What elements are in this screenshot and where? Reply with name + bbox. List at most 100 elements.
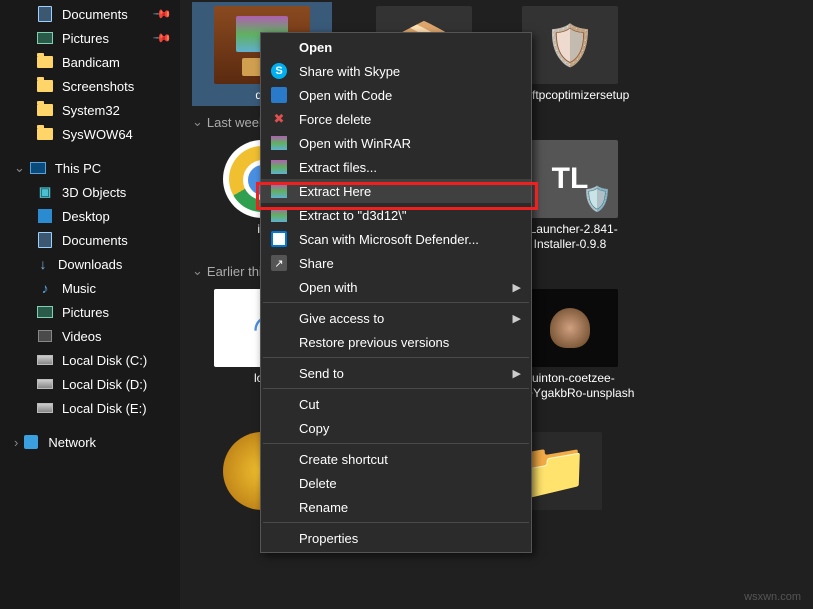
- blank-icon: [269, 363, 289, 383]
- menu-label: Give access to: [299, 311, 384, 326]
- folder-icon: [36, 101, 54, 119]
- menu-open[interactable]: Open: [261, 35, 531, 59]
- blank-icon: [269, 418, 289, 438]
- menu-label: Share with Skype: [299, 64, 400, 79]
- menu-open-winrar[interactable]: Open with WinRAR: [261, 131, 531, 155]
- menu-separator: [263, 302, 529, 303]
- menu-separator: [263, 522, 529, 523]
- menu-extract-to[interactable]: Extract to "d3d12\": [261, 203, 531, 227]
- menu-open-with[interactable]: Open with ▶: [261, 275, 531, 299]
- winrar-icon: [269, 205, 289, 225]
- nav-label: System32: [62, 103, 120, 118]
- menu-share[interactable]: Share: [261, 251, 531, 275]
- watermark: wsxwn.com: [744, 591, 801, 603]
- pictures-icon: [36, 303, 54, 321]
- menu-force-delete[interactable]: Force delete: [261, 107, 531, 131]
- disk-icon: [36, 399, 54, 417]
- force-delete-icon: [269, 109, 289, 129]
- winrar-icon: [269, 133, 289, 153]
- pin-icon: 📌: [152, 28, 172, 48]
- nav-label: Network: [48, 435, 96, 450]
- nav-label: Bandicam: [62, 55, 120, 70]
- menu-open-code[interactable]: Open with Code: [261, 83, 531, 107]
- nav-pictures-pc[interactable]: Pictures: [0, 300, 180, 324]
- nav-documents[interactable]: Documents 📌: [0, 2, 180, 26]
- pc-icon: [29, 159, 47, 177]
- nav-this-pc[interactable]: ⌄ This PC: [0, 156, 180, 180]
- blank-icon: [269, 308, 289, 328]
- nav-desktop[interactable]: Desktop: [0, 204, 180, 228]
- downloads-icon: [36, 257, 50, 271]
- menu-cut[interactable]: Cut: [261, 392, 531, 416]
- documents-icon: [36, 5, 54, 23]
- menu-label: Extract files...: [299, 160, 377, 175]
- nav-label: 3D Objects: [62, 185, 126, 200]
- nav-label: SysWOW64: [62, 127, 133, 142]
- nav-label: Local Disk (C:): [62, 353, 147, 368]
- defender-icon: [269, 229, 289, 249]
- chevron-right-icon: ▶: [513, 367, 521, 380]
- menu-rename[interactable]: Rename: [261, 495, 531, 519]
- nav-syswow64[interactable]: SysWOW64: [0, 122, 180, 146]
- menu-share-skype[interactable]: Share with Skype: [261, 59, 531, 83]
- nav-pictures[interactable]: Pictures 📌: [0, 26, 180, 50]
- skype-icon: [269, 61, 289, 81]
- menu-label: Scan with Microsoft Defender...: [299, 232, 479, 247]
- section-label: Earlier thi: [207, 264, 262, 279]
- folder-icon: [36, 53, 54, 71]
- music-icon: [36, 279, 54, 297]
- nav-documents-pc[interactable]: Documents: [0, 228, 180, 252]
- menu-extract-files[interactable]: Extract files...: [261, 155, 531, 179]
- nav-label: Pictures: [62, 31, 109, 46]
- menu-properties[interactable]: Properties: [261, 526, 531, 550]
- nav-downloads[interactable]: Downloads: [0, 252, 180, 276]
- nav-system32[interactable]: System32: [0, 98, 180, 122]
- menu-label: Properties: [299, 531, 358, 546]
- nav-bandicam[interactable]: Bandicam: [0, 50, 180, 74]
- nav-label: Local Disk (E:): [62, 401, 147, 416]
- menu-defender-scan[interactable]: Scan with Microsoft Defender...: [261, 227, 531, 251]
- chevron-right-icon: ▶: [513, 281, 521, 294]
- nav-local-disk-d[interactable]: Local Disk (D:): [0, 372, 180, 396]
- vscode-icon: [269, 85, 289, 105]
- menu-give-access[interactable]: Give access to ▶: [261, 306, 531, 330]
- folder-icon: [36, 77, 54, 95]
- nav-label: Downloads: [58, 257, 122, 272]
- nav-network[interactable]: › Network: [0, 430, 180, 454]
- nav-local-disk-e[interactable]: Local Disk (E:): [0, 396, 180, 420]
- menu-delete[interactable]: Delete: [261, 471, 531, 495]
- menu-create-shortcut[interactable]: Create shortcut: [261, 447, 531, 471]
- tlauncher-icon: [522, 140, 618, 218]
- nav-label: Pictures: [62, 305, 109, 320]
- menu-label: Extract to "d3d12\": [299, 208, 407, 223]
- chevron-right-icon: ▶: [513, 312, 521, 325]
- disk-icon: [36, 375, 54, 393]
- blank-icon: [269, 394, 289, 414]
- menu-restore-versions[interactable]: Restore previous versions: [261, 330, 531, 354]
- nav-music[interactable]: Music: [0, 276, 180, 300]
- nav-local-disk-c[interactable]: Local Disk (C:): [0, 348, 180, 372]
- nav-label: Desktop: [62, 209, 110, 224]
- shield-icon: [522, 6, 618, 84]
- menu-extract-here[interactable]: Extract Here: [261, 179, 531, 203]
- nav-label: Documents: [62, 7, 128, 22]
- menu-label: Open with Code: [299, 88, 392, 103]
- blank-icon: [269, 449, 289, 469]
- menu-copy[interactable]: Copy: [261, 416, 531, 440]
- menu-label: Open with: [299, 280, 358, 295]
- menu-label: Restore previous versions: [299, 335, 449, 350]
- network-icon: [22, 433, 40, 451]
- videos-icon: [36, 327, 54, 345]
- nav-videos[interactable]: Videos: [0, 324, 180, 348]
- blank-icon: [269, 332, 289, 352]
- menu-label: Cut: [299, 397, 319, 412]
- desktop-icon: [36, 207, 54, 225]
- nav-3d-objects[interactable]: ▣ 3D Objects: [0, 180, 180, 204]
- menu-label: Rename: [299, 500, 348, 515]
- section-label: Last week: [207, 115, 266, 130]
- folder-icon: [36, 125, 54, 143]
- nav-screenshots[interactable]: Screenshots: [0, 74, 180, 98]
- menu-send-to[interactable]: Send to ▶: [261, 361, 531, 385]
- nav-label: Music: [62, 281, 96, 296]
- menu-label: Extract Here: [299, 184, 371, 199]
